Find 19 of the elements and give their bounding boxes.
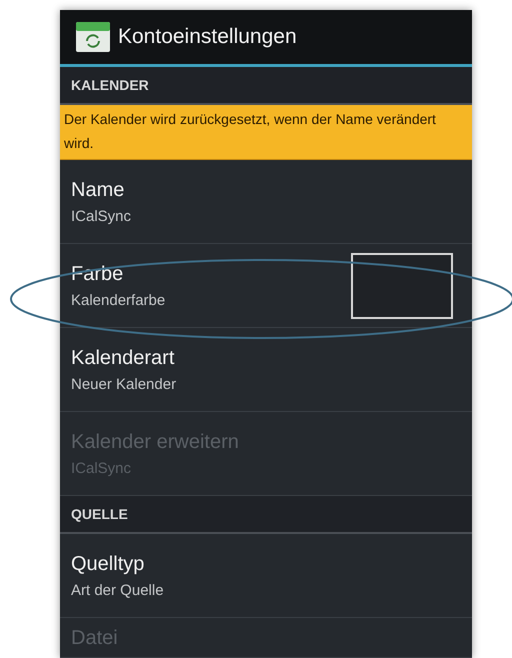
preference-row[interactable]: Quelltyp Art der Quelle <box>60 534 472 618</box>
preference-summary: ICalSync <box>71 208 132 226</box>
preference-row[interactable]: Name ICalSync <box>60 160 472 244</box>
preference-summary: Art der Quelle <box>71 582 164 600</box>
warning-text: Der Kalender wird zurückgesetzt, wenn der Name verändert wird. <box>64 111 436 151</box>
preference-title: Kalender erweitern <box>71 430 239 454</box>
section-title: QUELLE <box>71 504 128 524</box>
color-swatch[interactable] <box>351 252 453 318</box>
preference-title: Kalenderart <box>71 346 176 370</box>
preference-summary: ICalSync <box>71 460 132 478</box>
preference-title: Quelltyp <box>71 552 146 576</box>
preference-title: Datei <box>71 626 118 650</box>
calendar-sync-icon <box>76 22 110 52</box>
preference-title: Name <box>71 178 126 202</box>
preference-row[interactable]: Kalenderart Neuer Kalender <box>60 328 472 412</box>
preference-summary: Kalenderfarbe <box>71 292 166 310</box>
section-title: KALENDER <box>71 76 149 94</box>
preference-summary: Neuer Kalender <box>71 376 176 394</box>
screen-title: Kontoeinstellungen <box>118 24 297 50</box>
